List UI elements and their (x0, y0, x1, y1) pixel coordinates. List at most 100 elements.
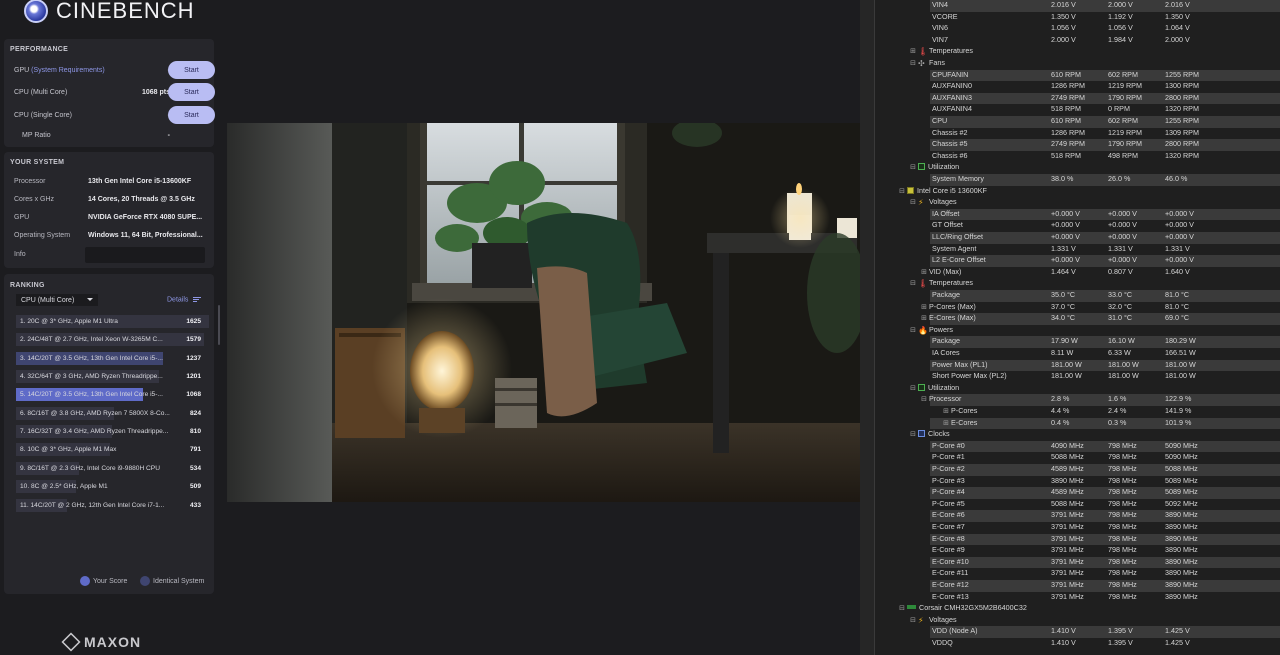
collapse-icon[interactable]: ⊟ (910, 326, 916, 334)
sensor-row[interactable]: IA Offset +0.000 V +0.000 V +0.000 V (930, 208, 1280, 221)
collapse-icon[interactable]: ⊟ (910, 279, 916, 287)
sensor-row[interactable]: AUXFANIN3 2749 RPM 1790 RPM 2800 RPM (930, 92, 1280, 105)
expand-icon[interactable]: ⊞ (910, 47, 916, 55)
sensor-minimum: 798 MHz (1108, 487, 1137, 497)
start-button[interactable]: Start (168, 61, 215, 79)
sensor-row[interactable]: CPUFANIN 610 RPM 602 RPM 1255 RPM (930, 69, 1280, 82)
expand-icon[interactable]: ⊞ (921, 314, 927, 322)
sensor-label: Short Power Max (PL2) (932, 371, 1007, 381)
sensor-row[interactable]: ⊟ Utilization (874, 162, 1280, 174)
collapse-icon[interactable]: ⊟ (899, 187, 905, 195)
expand-icon[interactable]: ⊞ (943, 419, 949, 427)
sensor-row[interactable]: E-Core #10 3791 MHz 798 MHz 3890 MHz (930, 556, 1280, 569)
sensor-row[interactable]: E-Core #8 3791 MHz 798 MHz 3890 MHz (930, 533, 1280, 546)
sensor-row[interactable]: ⊞ 🌡Temperatures (874, 46, 1280, 58)
sensor-row[interactable]: P-Core #5 5088 MHz 798 MHz 5092 MHz (874, 499, 1280, 511)
sensor-row[interactable]: E-Core #7 3791 MHz 798 MHz 3890 MHz (874, 522, 1280, 534)
sensor-row[interactable]: E-Core #9 3791 MHz 798 MHz 3890 MHz (874, 545, 1280, 557)
sensor-current: 1.350 V (1051, 11, 1076, 21)
collapse-icon[interactable]: ⊟ (910, 430, 916, 438)
sensor-row[interactable]: Chassis #2 1286 RPM 1219 RPM 1309 RPM (874, 128, 1280, 140)
sensor-row[interactable]: E-Core #12 3791 MHz 798 MHz 3890 MHz (930, 580, 1280, 592)
sensor-row[interactable]: ⊞ VID (Max) 1.464 V 0.807 V 1.640 V (874, 267, 1280, 279)
sensor-row[interactable]: P-Core #2 4589 MHz 798 MHz 5088 MHz (930, 464, 1280, 476)
sensor-row[interactable]: Chassis #5 2749 RPM 1790 RPM 2800 RPM (930, 139, 1280, 151)
sensor-row[interactable]: L2 E-Core Offset +0.000 V +0.000 V +0.000 V (930, 255, 1280, 267)
sensor-row[interactable]: CPU 610 RPM 602 RPM 1255 RPM (930, 116, 1280, 128)
ranking-row[interactable]: 3. 14C/20T @ 3.5 GHz, 13th Gen Intel Cor… (16, 351, 209, 365)
ranking-row[interactable]: 6. 8C/16T @ 3.8 GHz, AMD Ryzen 7 5800X 8… (16, 406, 209, 420)
sensor-row[interactable]: System Memory 38.0 % 26.0 % 46.0 % (930, 174, 1280, 186)
ranking-row[interactable]: 8. 10C @ 3* GHz, Apple M1 Max 791 (16, 443, 209, 457)
sensor-row[interactable]: ⊞ E-Cores 0.4 % 0.3 % 101.9 % (930, 417, 1280, 430)
sensor-row[interactable]: ⊟ Intel Core i5 13600KF (874, 186, 1280, 198)
start-button[interactable]: Start (168, 83, 215, 101)
sensor-row[interactable]: E-Core #11 3791 MHz 798 MHz 3890 MHz (874, 568, 1280, 580)
sensor-row[interactable]: P-Core #1 5088 MHz 798 MHz 5090 MHz (874, 452, 1280, 464)
sensor-row[interactable]: P-Core #4 4589 MHz 798 MHz 5089 MHz (930, 487, 1280, 499)
collapse-icon[interactable]: ⊟ (910, 198, 916, 206)
ranking-scrollbar[interactable] (218, 305, 220, 345)
ranking-row[interactable]: 9. 8C/16T @ 2.3 GHz, Intel Core i9-9880H… (16, 461, 209, 475)
collapse-icon[interactable]: ⊟ (910, 59, 916, 67)
sensor-row[interactable]: ⊞ E-Cores (Max) 34.0 °C 31.0 °C 69.0 °C (921, 313, 1280, 325)
ranking-row[interactable]: 4. 32C/64T @ 3 GHz, AMD Ryzen Threadripp… (16, 370, 209, 384)
expand-icon[interactable]: ⊞ (921, 268, 927, 276)
sensor-row[interactable]: VDD (Node A) 1.410 V 1.395 V 1.425 V (930, 626, 1280, 638)
sensor-row[interactable]: Package 17.90 W 16.10 W 180.29 W (930, 336, 1280, 348)
sensor-label-cell: Power Max (PL1) (932, 360, 988, 369)
collapse-icon[interactable]: ⊟ (910, 163, 916, 171)
sensor-row[interactable]: Power Max (PL1) 181.00 W 181.00 W 181.00 W (930, 359, 1280, 372)
sensor-row[interactable]: Package 35.0 °C 33.0 °C 81.0 °C (930, 290, 1280, 302)
sensor-row[interactable]: Chassis #6 518 RPM 498 RPM 1320 RPM (874, 151, 1280, 163)
collapse-icon[interactable]: ⊟ (910, 384, 916, 392)
start-button[interactable]: Start (168, 106, 215, 124)
sensor-row[interactable]: P-Core #3 3890 MHz 798 MHz 5089 MHz (874, 476, 1280, 488)
collapse-icon[interactable]: ⊟ (899, 604, 905, 612)
sensor-row[interactable]: GT Offset +0.000 V +0.000 V +0.000 V (874, 220, 1280, 232)
sensor-row[interactable]: ⊟ ⚡ Voltages (874, 197, 1280, 209)
details-button[interactable]: Details (167, 296, 202, 303)
sensor-row[interactable]: ⊟ Processor 2.8 % 1.6 % 122.9 % (921, 394, 1280, 406)
sensor-row[interactable]: VIN4 2.016 V 2.000 V 2.016 V (930, 0, 1280, 12)
sensor-row[interactable]: ⊟ Utilization (874, 383, 1280, 395)
collapse-icon[interactable]: ⊟ (910, 616, 916, 624)
sensor-row[interactable]: ⊟ ⚡ Voltages (874, 615, 1280, 627)
ranking-row[interactable]: 1. 20C @ 3* GHz, Apple M1 Ultra 1625 (16, 315, 209, 328)
ranking-row[interactable]: 7. 16C/32T @ 3.4 GHz, AMD Ryzen Threadri… (16, 425, 209, 439)
sensor-current: 2749 RPM (1051, 92, 1085, 102)
sensor-row[interactable]: ⊞ P-Cores 4.4 % 2.4 % 141.9 % (874, 406, 1280, 418)
sensor-minimum: 1.056 V (1108, 23, 1133, 33)
sensor-row[interactable]: ⊟ ✣ Fans (874, 58, 1280, 70)
system-requirements-link[interactable]: (System Requirements) (31, 67, 105, 74)
sensor-row[interactable]: ⊟ Clocks (874, 429, 1280, 441)
sensor-row[interactable]: LLC/Ring Offset +0.000 V +0.000 V +0.000 V (930, 232, 1280, 244)
sensor-row[interactable]: E-Core #6 3791 MHz 798 MHz 3890 MHz (930, 510, 1280, 522)
ranking-row[interactable]: 5. 14C/20T @ 3.5 GHz, 13th Gen Intel Cor… (16, 388, 209, 402)
expand-icon[interactable]: ⊞ (921, 303, 927, 311)
sensor-row[interactable]: AUXFANIN4 518 RPM 0 RPM 1320 RPM (874, 104, 1280, 116)
sensor-row[interactable]: ⊟ 🔥Powers (874, 325, 1280, 337)
ranking-test-dropdown[interactable]: CPU (Multi Core) (16, 294, 98, 306)
ranking-row[interactable]: 2. 24C/48T @ 2.7 GHz, Intel Xeon W-3265M… (16, 333, 209, 347)
sensor-row[interactable]: ⊟ Corsair CMH32GX5M2B6400C32 (874, 603, 1280, 615)
sensor-row[interactable]: VDDQ 1.410 V 1.395 V 1.425 V (874, 638, 1280, 650)
ranking-row[interactable]: 11. 14C/20T @ 2 GHz, 12th Gen Intel Core… (16, 498, 209, 512)
sensor-row[interactable]: AUXFANIN0 1286 RPM 1219 RPM 1300 RPM (874, 81, 1280, 93)
collapse-icon[interactable]: ⊟ (921, 395, 927, 403)
sensor-row[interactable]: System Agent 1.331 V 1.331 V 1.331 V (874, 244, 1280, 256)
sensor-row[interactable]: P-Core #0 4090 MHz 798 MHz 5090 MHz (930, 440, 1280, 453)
sensor-row[interactable]: E-Core #13 3791 MHz 798 MHz 3890 MHz (874, 592, 1280, 604)
ranking-row[interactable]: 10. 8C @ 2.5* GHz, Apple M1 509 (16, 480, 209, 494)
expand-icon[interactable]: ⊞ (943, 407, 949, 415)
sensor-row[interactable]: Short Power Max (PL2) 181.00 W 181.00 W 181… (874, 371, 1280, 383)
cinebench-logo-icon (24, 0, 48, 23)
sensor-row[interactable]: ⊟ 🌡Temperatures (874, 278, 1280, 290)
sensor-row[interactable]: IA Cores 8.11 W 6.33 W 166.51 W (874, 348, 1280, 360)
info-field[interactable] (85, 247, 205, 263)
sensor-row[interactable]: VIN7 2.000 V 1.984 V 2.000 V (874, 35, 1280, 47)
sensor-row[interactable]: VCORE 1.350 V 1.192 V 1.350 V (874, 12, 1280, 24)
sensor-row[interactable]: ⊞ P-Cores (Max) 37.0 °C 32.0 °C 81.0 °C (874, 302, 1280, 314)
sensor-row[interactable]: VIN6 1.056 V 1.056 V 1.064 V (874, 23, 1280, 35)
sensor-minimum: 1.6 % (1108, 394, 1127, 404)
